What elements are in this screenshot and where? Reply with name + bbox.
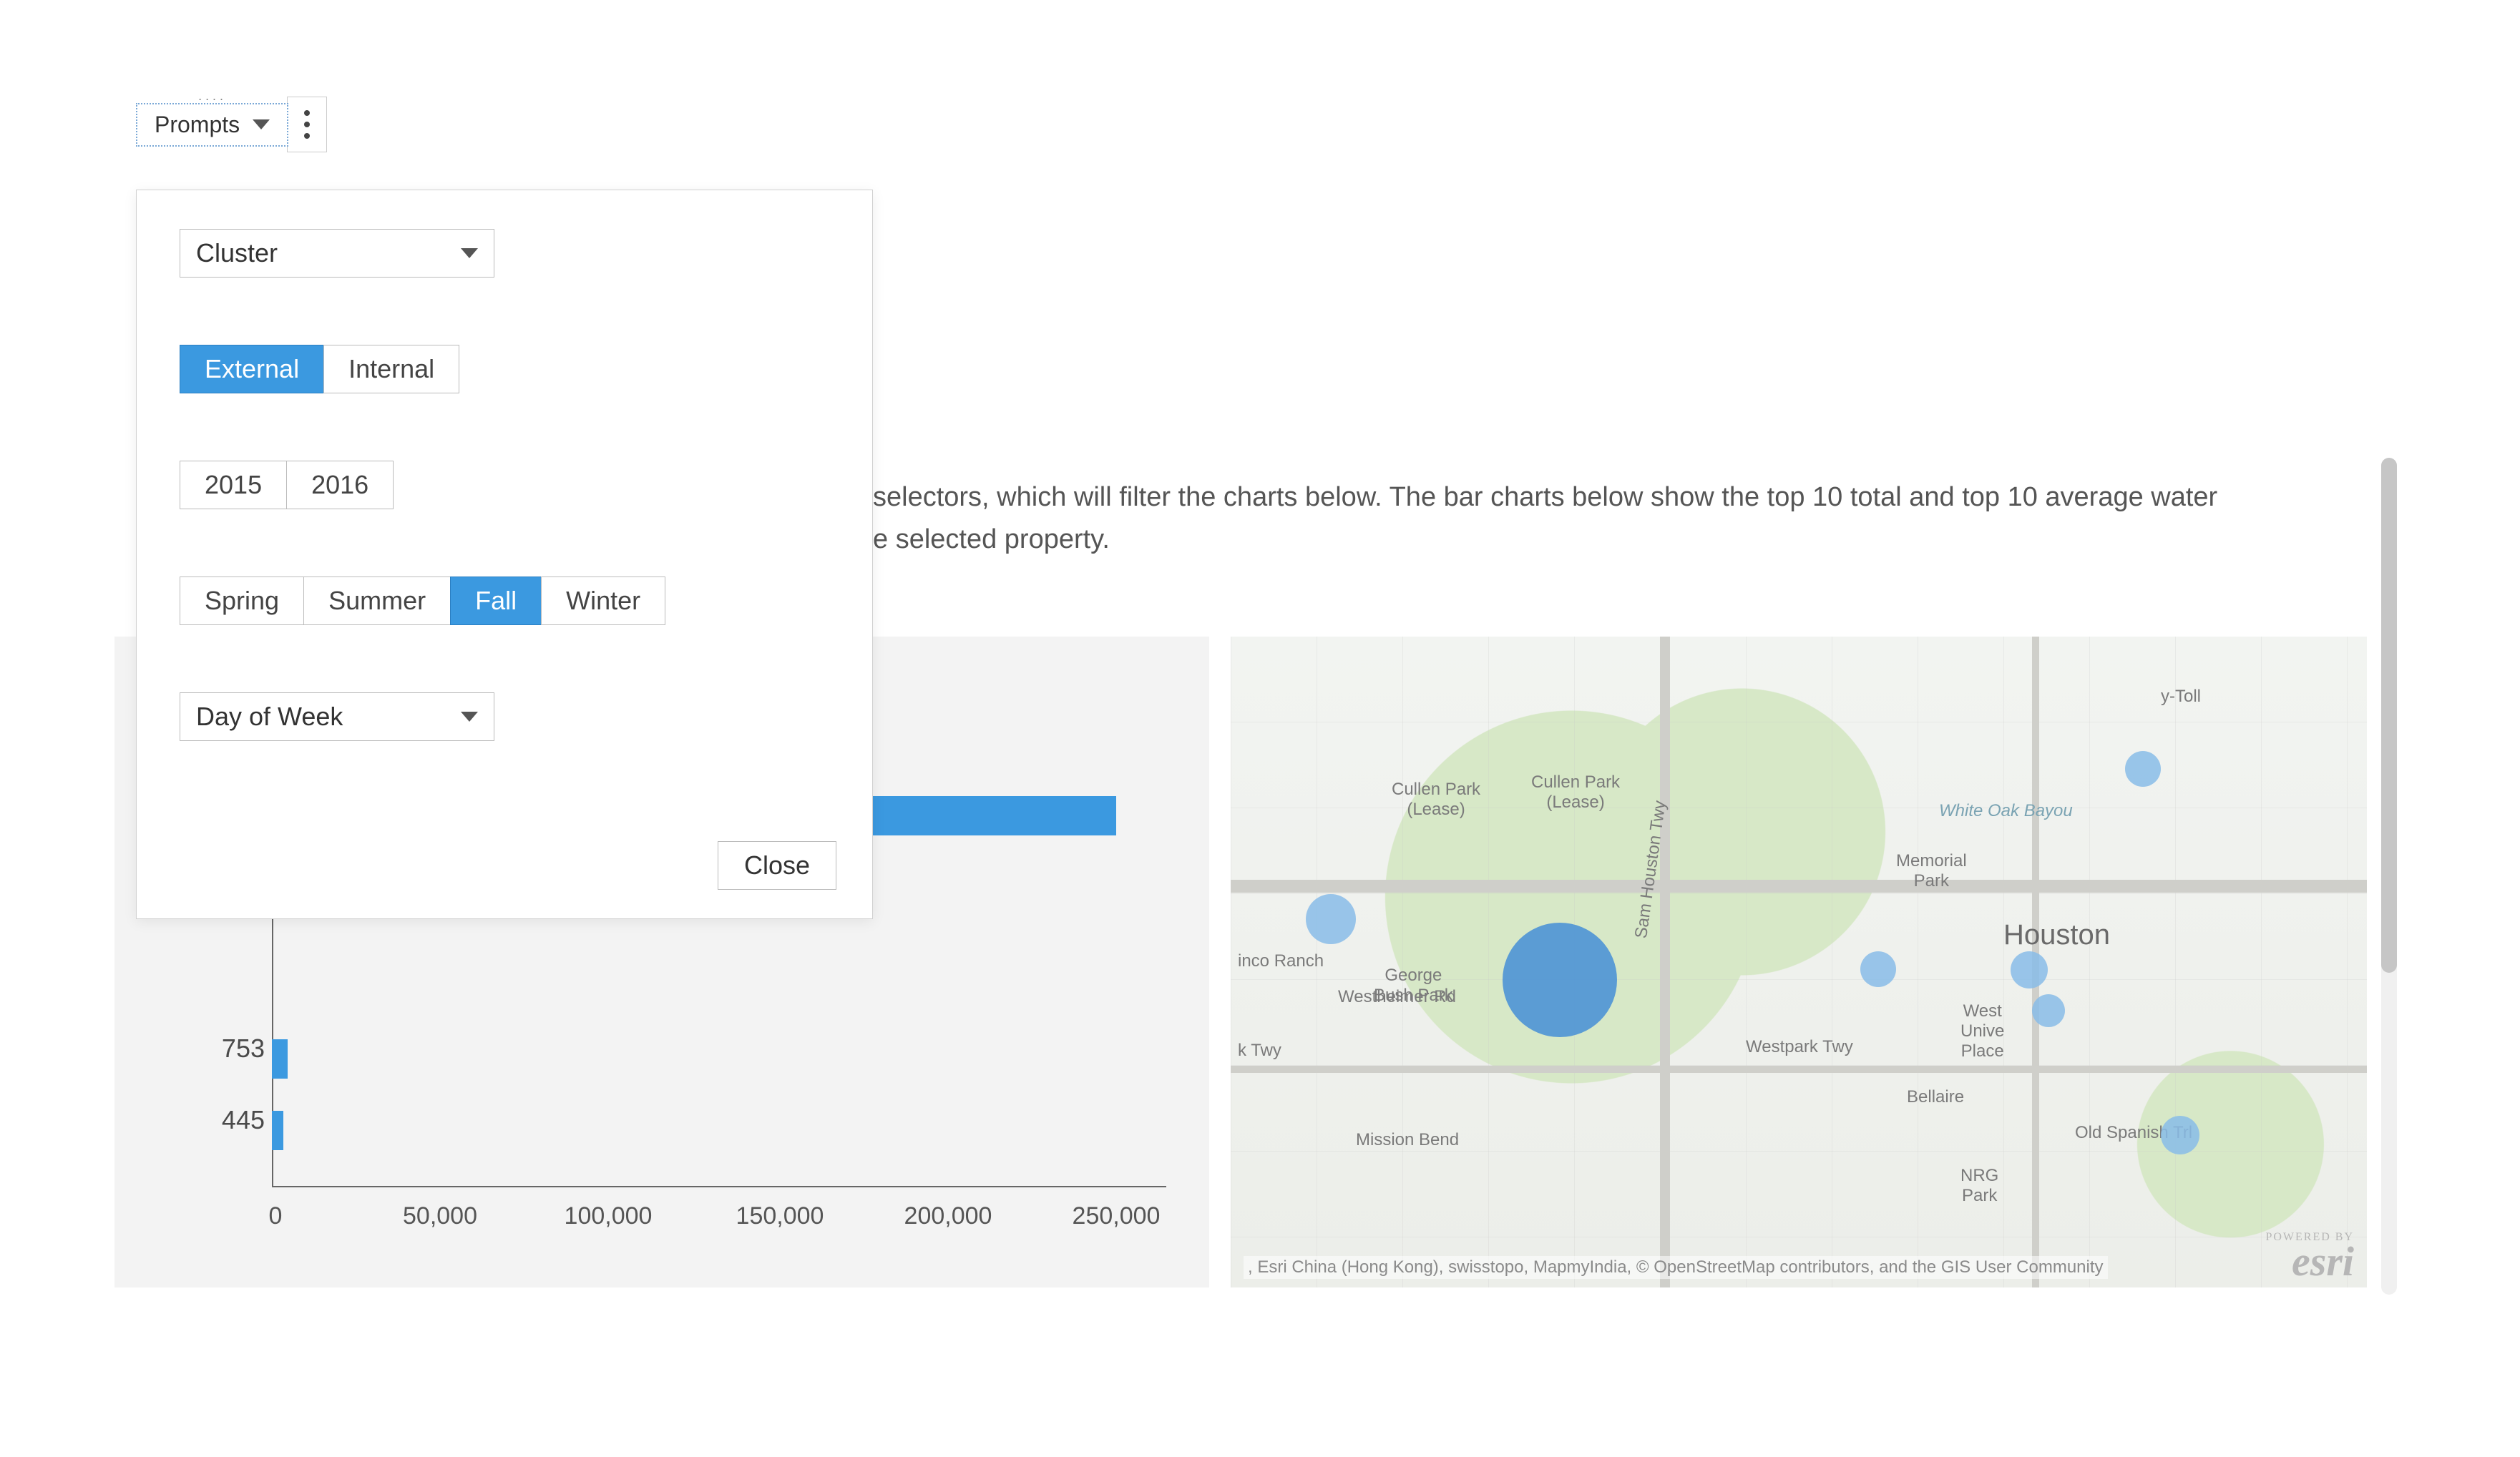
cluster-select-row: Cluster bbox=[180, 229, 836, 278]
prompts-dropdown-button[interactable]: ···· Prompts bbox=[136, 103, 288, 147]
kebab-dot-icon bbox=[304, 110, 310, 116]
map-place-label: inco Ranch bbox=[1238, 951, 1324, 971]
map-road-label: Westheimer Rd bbox=[1338, 987, 1456, 1007]
description-line-1: selectors, which will filter the charts … bbox=[873, 482, 2217, 512]
map-road bbox=[1231, 1066, 2367, 1073]
map-marker[interactable] bbox=[1860, 951, 1896, 987]
chevron-down-icon bbox=[461, 712, 478, 722]
dow-select-row: Day of Week bbox=[180, 692, 836, 741]
chevron-down-icon bbox=[461, 248, 478, 258]
map-road bbox=[1660, 637, 1670, 1287]
map-marker[interactable] bbox=[2125, 751, 2161, 787]
esri-logo: POWERED BY esri bbox=[2265, 1232, 2354, 1280]
app-canvas: ···· Prompts selectors, which will filte… bbox=[0, 0, 2520, 1457]
day-of-week-select-value: Day of Week bbox=[196, 702, 343, 732]
map-place-label: NRGPark bbox=[1960, 1166, 1998, 1206]
map-place-label: Cullen Park(Lease) bbox=[1531, 772, 1620, 813]
map-road bbox=[1231, 880, 2367, 893]
chart-x-tick: 50,000 bbox=[403, 1202, 477, 1230]
kebab-dot-icon bbox=[304, 133, 310, 139]
vertical-scrollbar[interactable] bbox=[2381, 458, 2397, 1295]
chart-bar-label: 753 bbox=[193, 1034, 265, 1064]
prompts-panel: Cluster External Internal 2015 2016 Spri… bbox=[136, 190, 873, 919]
season-option-spring[interactable]: Spring bbox=[180, 577, 304, 625]
scrollbar-thumb[interactable] bbox=[2381, 458, 2397, 973]
season-button-group: Spring Summer Fall Winter bbox=[180, 577, 836, 625]
source-button-group: External Internal bbox=[180, 345, 836, 393]
chart-x-axis bbox=[272, 1186, 1166, 1187]
drag-handle-icon: ···· bbox=[198, 92, 227, 107]
map-road-label: Westpark Twy bbox=[1746, 1037, 1853, 1057]
year-option-2015[interactable]: 2015 bbox=[180, 461, 287, 509]
source-option-external[interactable]: External bbox=[180, 345, 324, 393]
map-place-label: MemorialPark bbox=[1896, 851, 1967, 891]
geo-map-panel[interactable]: Houston Mission Bend GeorgeBush Park Cul… bbox=[1231, 637, 2367, 1287]
day-of-week-select[interactable]: Day of Week bbox=[180, 692, 494, 741]
map-road-label: k Twy bbox=[1238, 1041, 1281, 1061]
prompts-trigger-group: ···· Prompts bbox=[136, 97, 327, 152]
chart-bar[interactable] bbox=[272, 1039, 288, 1079]
chart-bar-row bbox=[272, 1105, 283, 1155]
chart-x-tick: 100,000 bbox=[565, 1202, 653, 1230]
kebab-menu-button[interactable] bbox=[287, 97, 327, 152]
chart-x-tick: 150,000 bbox=[736, 1202, 824, 1230]
season-option-winter[interactable]: Winter bbox=[541, 577, 665, 625]
season-option-summer[interactable]: Summer bbox=[303, 577, 451, 625]
map-city-label: Houston bbox=[2003, 919, 2110, 951]
close-button[interactable]: Close bbox=[718, 841, 836, 890]
map-road-label: y-Toll bbox=[2161, 687, 2201, 707]
map-place-label: Mission Bend bbox=[1356, 1130, 1459, 1150]
chart-bar-label: 445 bbox=[193, 1105, 265, 1135]
map-marker[interactable] bbox=[2011, 951, 2048, 988]
chart-bar[interactable] bbox=[272, 1111, 283, 1150]
map-marker[interactable] bbox=[1503, 923, 1617, 1037]
map-place-label: Bellaire bbox=[1907, 1087, 1964, 1107]
source-option-internal[interactable]: Internal bbox=[323, 345, 459, 393]
chevron-down-icon bbox=[253, 119, 270, 129]
map-water-label: White Oak Bayou bbox=[1939, 801, 2073, 821]
cluster-select[interactable]: Cluster bbox=[180, 229, 494, 278]
chart-x-tick: 0 bbox=[269, 1202, 283, 1230]
map-marker[interactable] bbox=[2032, 994, 2065, 1027]
map-marker[interactable] bbox=[2161, 1116, 2199, 1154]
esri-logo-text: esri bbox=[2292, 1238, 2354, 1285]
chart-x-tick: 200,000 bbox=[904, 1202, 992, 1230]
map-attribution: , Esri China (Hong Kong), swisstopo, Map… bbox=[1244, 1256, 2108, 1279]
map-place-label: WestUnivePlace bbox=[1960, 1001, 2004, 1061]
map-basemap bbox=[1231, 637, 2367, 1287]
year-button-group: 2015 2016 bbox=[180, 461, 836, 509]
dashboard-description: selectors, which will filter the charts … bbox=[873, 476, 2367, 561]
chart-bar-row bbox=[272, 1034, 288, 1084]
panel-footer: Close bbox=[180, 841, 836, 890]
prompts-button-label: Prompts bbox=[155, 112, 240, 138]
map-place-label: Cullen Park(Lease) bbox=[1392, 780, 1480, 820]
cluster-select-value: Cluster bbox=[196, 238, 278, 268]
map-marker[interactable] bbox=[1306, 894, 1356, 944]
kebab-dot-icon bbox=[304, 122, 310, 127]
season-option-fall[interactable]: Fall bbox=[450, 577, 542, 625]
year-option-2016[interactable]: 2016 bbox=[286, 461, 394, 509]
description-line-2: e selected property. bbox=[873, 524, 1110, 554]
chart-x-tick: 250,000 bbox=[1073, 1202, 1161, 1230]
